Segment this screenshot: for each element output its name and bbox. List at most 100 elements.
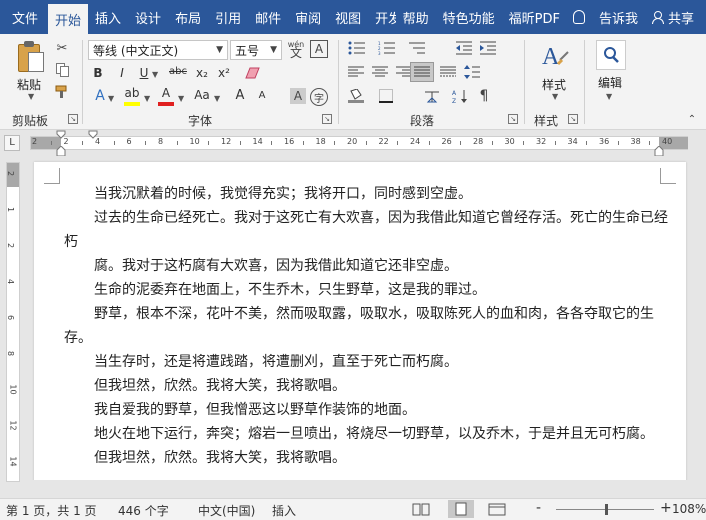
bold-button[interactable]: B	[90, 66, 106, 80]
change-case-button[interactable]: Aa	[192, 88, 212, 102]
styles-gallery-icon[interactable]: A	[538, 38, 572, 72]
editing-button-label[interactable]: 编辑	[598, 74, 622, 91]
tab-selector-icon[interactable]: L	[4, 135, 20, 151]
document-body[interactable]: 当我沉默着的时候，我觉得充实；我将开口，同时感到空虚。 过去的生命已经死亡。我对…	[64, 182, 674, 470]
multilevel-list-icon[interactable]	[406, 40, 428, 56]
copy-icon[interactable]	[54, 62, 70, 78]
tab-design[interactable]: 设计	[128, 0, 168, 34]
share-button[interactable]: 共享	[645, 0, 706, 34]
svg-text:3: 3	[378, 51, 381, 55]
align-left-icon[interactable]	[346, 64, 366, 80]
paste-dropdown-icon[interactable]: ▼	[28, 92, 34, 101]
align-center-icon[interactable]	[370, 64, 390, 80]
font-name-value: 等线 (中文正文)	[93, 43, 179, 58]
tab-help[interactable]: 帮助	[396, 0, 436, 34]
italic-button[interactable]: I	[114, 66, 130, 80]
increase-indent-icon[interactable]	[478, 40, 498, 56]
svg-text:Z: Z	[452, 98, 456, 103]
cut-icon[interactable]: ✂	[54, 40, 70, 56]
numbering-icon[interactable]: 123	[376, 40, 398, 56]
underline-button[interactable]: U	[136, 66, 152, 80]
page-count[interactable]: 第 1 页，共 1 页	[6, 502, 97, 519]
zoom-level[interactable]: 108%	[672, 502, 706, 516]
styles-launcher-icon[interactable]: ↘	[568, 114, 578, 124]
tab-home[interactable]: 开始	[48, 4, 89, 34]
enclose-characters-button[interactable]: 字	[310, 88, 328, 106]
tab-file[interactable]: 文件	[0, 0, 48, 34]
shading-icon[interactable]	[346, 88, 366, 104]
show-marks-icon[interactable]: ¶	[474, 88, 494, 104]
tab-stop-marker[interactable]	[88, 130, 98, 142]
paste-button[interactable]	[16, 40, 46, 74]
tab-developer[interactable]: 开发工具	[368, 0, 395, 34]
bullets-icon[interactable]	[346, 40, 368, 56]
highlight-dropdown-icon[interactable]: ▼	[144, 94, 150, 103]
tab-special[interactable]: 特色功能	[436, 0, 502, 34]
paragraph-launcher-icon[interactable]: ↘	[508, 114, 518, 124]
strikethrough-button[interactable]: abc	[166, 66, 190, 77]
subscript-button[interactable]: x₂	[194, 66, 210, 80]
tab-review[interactable]: 审阅	[288, 0, 328, 34]
ruler-number: 26	[441, 137, 452, 146]
paragraph: 过去的生命已经死亡。我对于这死亡有大欢喜，因为我借此知道它曾经存活。死亡的生命已…	[64, 210, 668, 250]
clipboard-launcher-icon[interactable]: ↘	[68, 114, 78, 124]
tab-insert[interactable]: 插入	[88, 0, 128, 34]
grow-font-button[interactable]: A	[232, 88, 248, 103]
insert-mode-indicator[interactable]: 插入	[272, 502, 296, 519]
font-name-combo[interactable]: 等线 (中文正文) ▼	[88, 40, 228, 60]
zoom-in-button[interactable]: +	[660, 500, 672, 516]
superscript-button[interactable]: x²	[216, 66, 232, 80]
sort-icon[interactable]: AZ	[450, 88, 470, 104]
font-color-button[interactable]: A	[158, 86, 174, 100]
borders-icon[interactable]	[376, 88, 396, 104]
underline-dropdown-icon[interactable]: ▼	[152, 70, 158, 79]
chinese-layout-icon[interactable]	[422, 88, 442, 104]
vertical-ruler[interactable]: 2 1 2 4 6 8 10 12 14	[6, 162, 20, 482]
ruler-tick	[523, 141, 525, 145]
ruler-number: 10	[189, 137, 200, 146]
document-page[interactable]: 当我沉默着的时候，我觉得充实；我将开口，同时感到空虚。 过去的生命已经死亡。我对…	[34, 162, 686, 480]
zoom-out-button[interactable]: -	[536, 500, 541, 516]
collapse-ribbon-icon[interactable]: ⌃	[686, 114, 698, 125]
word-count[interactable]: 446 个字	[118, 502, 169, 519]
font-launcher-icon[interactable]: ↘	[322, 114, 332, 124]
web-layout-icon[interactable]	[488, 502, 506, 517]
font-size-combo[interactable]: 五号 ▼	[230, 40, 282, 60]
character-shading-button[interactable]: A	[290, 88, 306, 104]
search-icon[interactable]	[596, 40, 626, 70]
tab-view[interactable]: 视图	[328, 0, 368, 34]
tab-foxit[interactable]: 福昕PDF	[502, 0, 567, 34]
format-painter-icon[interactable]	[54, 84, 70, 100]
phonetic-guide-button[interactable]: wén 文	[286, 38, 306, 60]
tab-mailings[interactable]: 邮件	[248, 0, 288, 34]
change-case-dropdown-icon[interactable]: ▼	[214, 94, 220, 103]
editing-dropdown-icon[interactable]: ▼	[606, 92, 612, 101]
paste-label[interactable]: 粘贴	[17, 76, 41, 93]
justify-icon[interactable]	[410, 62, 434, 82]
decrease-indent-icon[interactable]	[454, 40, 474, 56]
ruler-tick	[271, 141, 273, 145]
group-separator	[584, 40, 585, 124]
read-mode-icon[interactable]	[412, 502, 430, 517]
styles-button-label[interactable]: 样式	[542, 76, 566, 93]
print-layout-icon[interactable]	[448, 500, 474, 518]
ruler-tick	[365, 141, 367, 145]
distributed-icon[interactable]	[438, 64, 458, 80]
first-line-indent-marker[interactable]	[56, 130, 66, 142]
text-effects-dropdown-icon[interactable]: ▼	[108, 94, 114, 103]
clear-formatting-icon[interactable]	[244, 66, 262, 82]
zoom-slider-thumb[interactable]	[605, 504, 608, 515]
text-effects-button[interactable]: A	[92, 88, 108, 104]
line-spacing-icon[interactable]	[462, 64, 482, 80]
styles-dropdown-icon[interactable]: ▼	[552, 92, 558, 101]
tell-me-search[interactable]: 告诉我	[567, 0, 645, 34]
person-icon	[651, 11, 664, 24]
character-border-button[interactable]: A	[310, 40, 328, 58]
font-color-dropdown-icon[interactable]: ▼	[178, 94, 184, 103]
tab-references[interactable]: 引用	[208, 0, 248, 34]
tab-layout[interactable]: 布局	[168, 0, 208, 34]
horizontal-ruler[interactable]: 2 2 4 6 8 10 12 14 16 18 20 22 24 26 28 30 32 34 36 38 40	[30, 136, 688, 150]
language-indicator[interactable]: 中文(中国)	[198, 502, 255, 519]
shrink-font-button[interactable]: A	[254, 90, 270, 101]
highlight-button[interactable]: ab	[122, 86, 142, 100]
